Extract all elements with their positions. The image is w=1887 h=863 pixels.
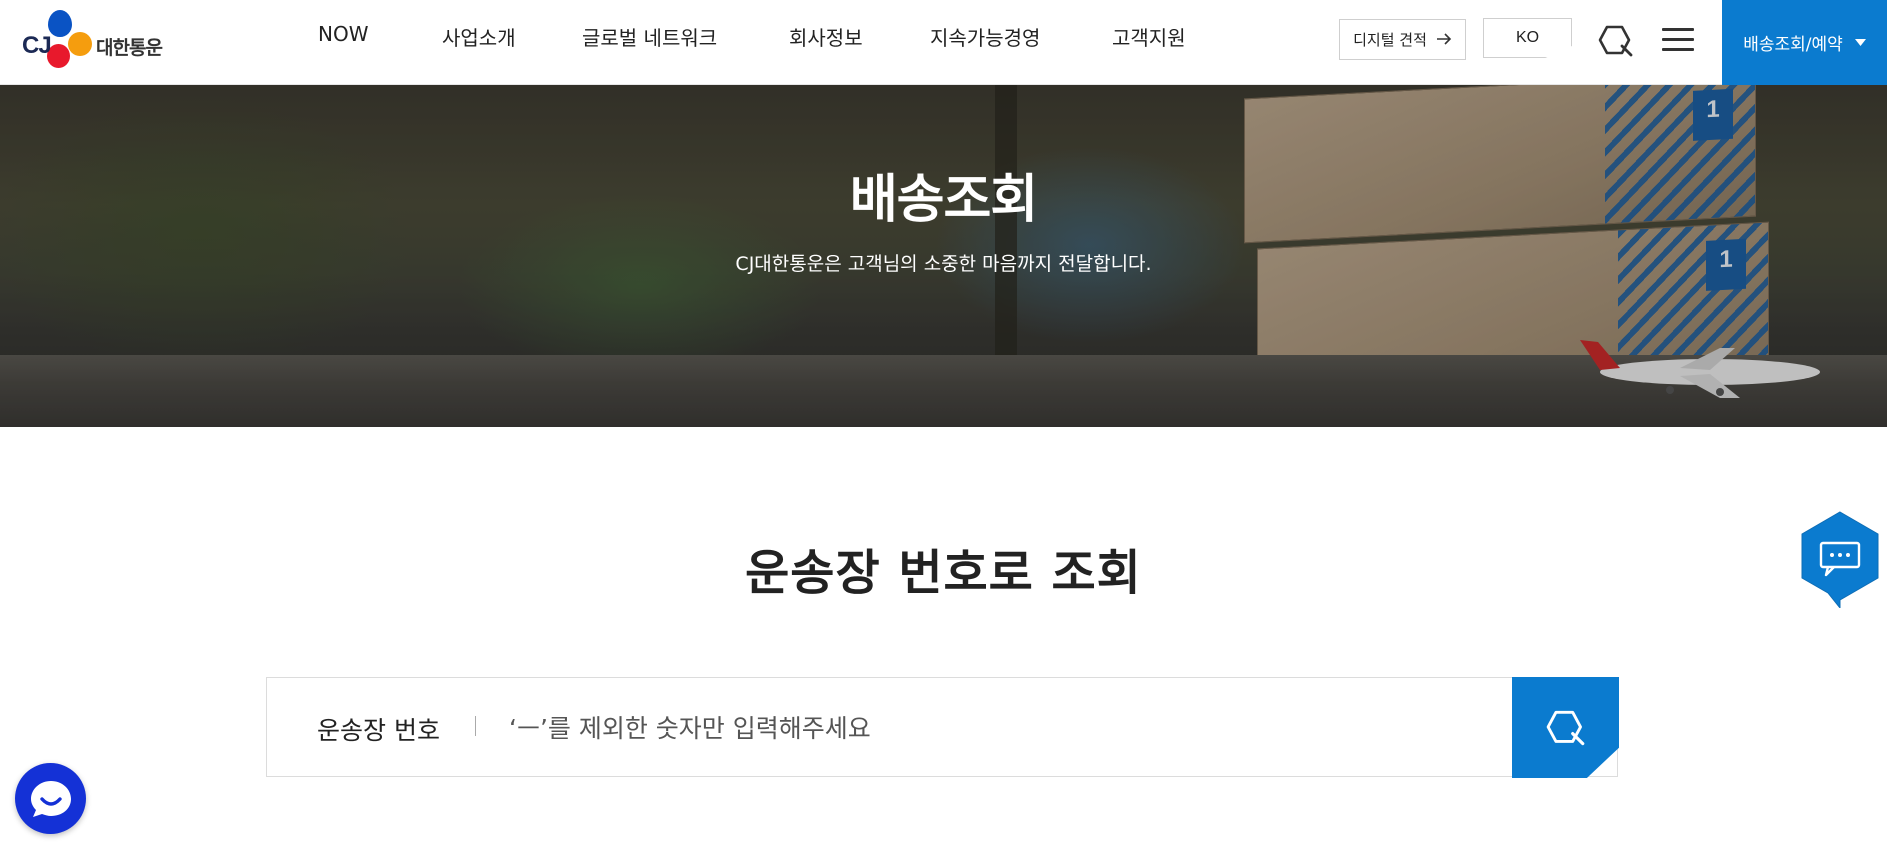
nav-item-customer-support[interactable]: 고객지원 — [1112, 22, 1186, 51]
waybill-number-input[interactable] — [509, 703, 1489, 753]
logo-blue-dot — [48, 10, 72, 37]
chatbot-icon[interactable] — [15, 763, 86, 834]
language-button[interactable]: KO — [1483, 18, 1572, 58]
logo-cj-text: CJ — [22, 32, 52, 59]
hamburger-menu-icon[interactable] — [1662, 28, 1694, 54]
nav-item-now[interactable]: NOW — [318, 22, 368, 46]
caret-down-icon — [1854, 36, 1866, 49]
cj-logo[interactable]: CJ 대한통운 — [22, 6, 172, 76]
nav-item-company[interactable]: 회사정보 — [789, 22, 863, 51]
tracking-reservation-label: 배송조회/예약 — [1743, 35, 1843, 55]
label-divider — [475, 716, 476, 736]
search-submit-button[interactable] — [1512, 677, 1619, 778]
logo-company-name: 대한통운 — [96, 36, 163, 59]
section-title: 운송장 번호로 조회 — [745, 545, 1142, 601]
search-icon — [1546, 710, 1584, 745]
arrow-right-icon — [1436, 30, 1452, 49]
hero-banner: 1 1 배송조회 CJ대한통운은 고객님의 소중한 마음까지 전달합니다. — [0, 85, 1887, 427]
digital-quote-button[interactable]: 디지털 견적 — [1339, 19, 1466, 60]
digital-quote-label: 디지털 견적 — [1353, 31, 1427, 49]
logo-orange-dot — [68, 32, 92, 56]
waybill-number-label: 운송장 번호 — [317, 716, 440, 745]
nav-item-global-network[interactable]: 글로벌 네트워크 — [582, 22, 717, 51]
hero-title: 배송조회 — [849, 170, 1038, 230]
cj-logo-mark: CJ — [22, 8, 96, 74]
language-label: KO — [1515, 29, 1540, 46]
search-icon[interactable] — [1598, 24, 1634, 58]
tracking-reservation-button[interactable]: 배송조회/예약 — [1722, 0, 1887, 85]
nav-item-sustainability[interactable]: 지속가능경영 — [930, 22, 1040, 51]
waybill-search-form: 운송장 번호 — [266, 677, 1619, 778]
site-header: CJ 대한통운 NOW 사업소개 글로벌 네트워크 회사정보 지속가능경영 고객… — [0, 0, 1887, 85]
nav-item-business[interactable]: 사업소개 — [442, 22, 516, 51]
hero-subtitle: CJ대한통운은 고객님의 소중한 마음까지 전달합니다. — [735, 253, 1152, 275]
chat-bubble-icon[interactable] — [1800, 510, 1880, 610]
